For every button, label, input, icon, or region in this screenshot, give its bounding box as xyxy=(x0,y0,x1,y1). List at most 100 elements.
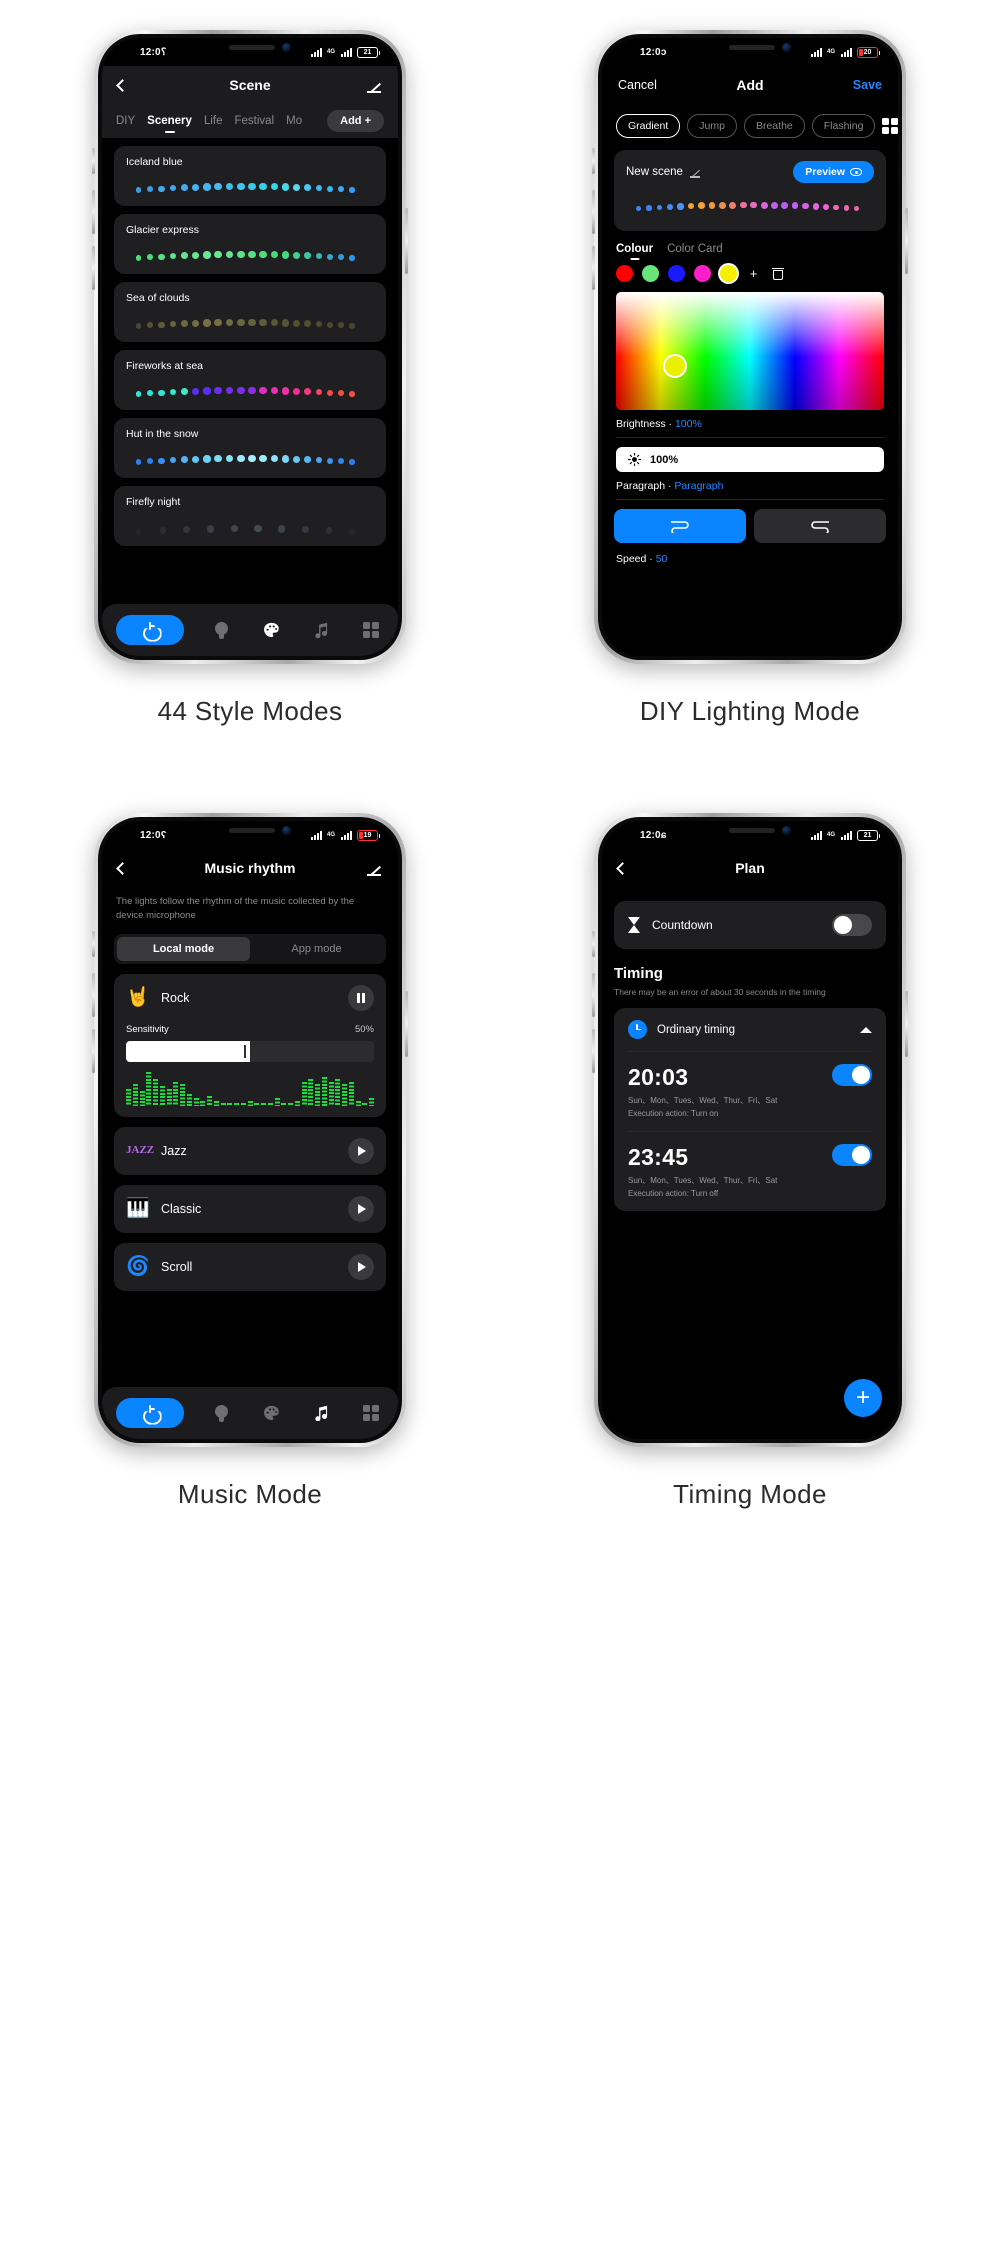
scene-card[interactable]: Sea of clouds xyxy=(114,282,386,342)
colour-swatch-row[interactable]: + xyxy=(602,255,898,282)
save-button[interactable]: Save xyxy=(853,78,882,92)
scene-card[interactable]: Iceland blue xyxy=(114,146,386,206)
scene-list[interactable]: Iceland blue Glacier express Sea of clouds… xyxy=(102,138,398,656)
volume-up-button[interactable] xyxy=(92,190,95,234)
cancel-button[interactable]: Cancel xyxy=(618,78,657,92)
power-side-button[interactable] xyxy=(405,208,408,274)
chevron-left-icon[interactable] xyxy=(116,78,129,92)
colour-swatch[interactable] xyxy=(668,265,685,282)
mute-switch[interactable] xyxy=(92,148,95,174)
tab-scenery[interactable]: Scenery xyxy=(147,115,192,127)
notch xyxy=(228,45,275,50)
tab-music[interactable] xyxy=(308,622,334,638)
play-button[interactable] xyxy=(348,1137,374,1164)
colour-swatch[interactable] xyxy=(694,265,711,282)
chevron-left-icon[interactable] xyxy=(616,861,629,875)
volume-down-button[interactable] xyxy=(592,246,595,290)
timing-group-header[interactable]: Ordinary timing xyxy=(614,1008,886,1051)
timing-toggle[interactable] xyxy=(832,1144,872,1166)
add-scene-button[interactable]: Add + xyxy=(327,110,384,132)
volume-up-button[interactable] xyxy=(92,973,95,1017)
tab-palette[interactable] xyxy=(258,1405,284,1421)
tab-festival[interactable]: Festival xyxy=(234,115,274,127)
colour-picker-area[interactable] xyxy=(616,292,884,410)
caption-4: Timing Mode xyxy=(673,1479,827,1509)
scene-card[interactable]: Hut in the snow xyxy=(114,418,386,478)
volume-up-button[interactable] xyxy=(592,973,595,1017)
pause-button[interactable] xyxy=(348,984,374,1011)
volume-up-button[interactable] xyxy=(592,190,595,234)
status-time: 12:0⸮ xyxy=(140,46,167,58)
timing-entry[interactable]: 20:03 Sun、Mon、Tues、Wed、Thur、Fri、Sat Exec… xyxy=(614,1052,886,1131)
scene-card[interactable]: Firefly night xyxy=(114,486,386,546)
add-timing-button[interactable]: + xyxy=(844,1379,882,1417)
phone-frame-1: 12:0⸮ 4G 21 Scene DIY Scenery Life Festi… xyxy=(92,30,408,664)
scene-card[interactable]: Glacier express xyxy=(114,214,386,274)
power-button[interactable] xyxy=(116,1398,184,1428)
preview-button[interactable]: Preview xyxy=(793,161,874,183)
countdown-toggle[interactable] xyxy=(832,914,872,936)
tab-diy[interactable]: DIY xyxy=(116,115,135,127)
colour-swatch[interactable] xyxy=(616,265,633,282)
mute-switch[interactable] xyxy=(592,931,595,957)
countdown-card[interactable]: Countdown xyxy=(614,901,886,949)
pencil-icon[interactable] xyxy=(367,861,382,876)
trash-icon[interactable] xyxy=(770,266,785,281)
track-card-scroll[interactable]: 🌀 Scroll xyxy=(114,1242,386,1291)
tab-bulb[interactable] xyxy=(208,621,234,639)
caret-up-icon[interactable] xyxy=(860,1026,872,1033)
colour-swatch[interactable] xyxy=(642,265,659,282)
tab-grid[interactable] xyxy=(358,1405,384,1421)
mute-switch[interactable] xyxy=(92,931,95,957)
colour-picker-handle[interactable] xyxy=(662,354,687,379)
sensitivity-value: 50% xyxy=(354,1023,374,1035)
power-side-button[interactable] xyxy=(905,208,908,274)
volume-down-button[interactable] xyxy=(92,246,95,290)
tab-bulb[interactable] xyxy=(208,1404,234,1422)
colour-swatch[interactable] xyxy=(720,265,737,282)
notch xyxy=(728,828,775,833)
scene-card[interactable]: Fireworks at sea xyxy=(114,350,386,410)
power-button[interactable] xyxy=(116,615,184,645)
tab-grid[interactable] xyxy=(358,622,384,638)
pencil-icon[interactable] xyxy=(367,78,382,93)
tab-color-card[interactable]: Color Card xyxy=(667,243,723,255)
brightness-slider[interactable]: 100% xyxy=(616,447,884,472)
timing-toggle[interactable] xyxy=(832,1064,872,1086)
battery-text: 19 xyxy=(363,831,372,839)
volume-down-button[interactable] xyxy=(92,1029,95,1073)
sensitivity-slider[interactable] xyxy=(126,1040,374,1062)
track-card-classic[interactable]: 🎹 Classic xyxy=(114,1184,386,1233)
power-side-button[interactable] xyxy=(405,991,408,1057)
mode-flashing[interactable]: Flashing xyxy=(811,114,876,138)
track-card-rock[interactable]: 🤘 Rock Sensitivity 50% xyxy=(114,973,386,1117)
power-side-button[interactable] xyxy=(905,991,908,1057)
mode-gradient[interactable]: Gradient xyxy=(616,114,681,138)
tab-palette[interactable] xyxy=(258,622,284,638)
track-name: Classic xyxy=(161,1201,202,1216)
mode-breathe[interactable]: Breathe xyxy=(743,114,805,138)
play-button[interactable] xyxy=(348,1195,374,1222)
track-card-jazz[interactable]: JAZZ Jazz xyxy=(114,1126,386,1175)
scene-name: Firefly night xyxy=(126,496,181,508)
grid-icon[interactable] xyxy=(882,118,898,134)
pause-icon xyxy=(357,992,365,1003)
pencil-icon[interactable] xyxy=(689,167,701,178)
tab-colour[interactable]: Colour xyxy=(616,243,653,255)
countdown-label: Countdown xyxy=(652,918,713,932)
mode-local[interactable]: Local mode xyxy=(117,936,250,961)
tab-music[interactable] xyxy=(308,1405,334,1421)
chevron-left-icon[interactable] xyxy=(116,861,129,875)
mode-jump[interactable]: Jump xyxy=(687,114,737,138)
timing-heading: Timing xyxy=(614,965,663,982)
direction-option-1[interactable] xyxy=(614,509,746,543)
timing-entry[interactable]: 23:45 Sun、Mon、Tues、Wed、Thur、Fri、Sat Exec… xyxy=(614,1132,886,1211)
plus-icon[interactable]: + xyxy=(746,266,761,281)
mode-app[interactable]: App mode xyxy=(250,937,383,961)
volume-down-button[interactable] xyxy=(592,1029,595,1073)
play-button[interactable] xyxy=(348,1253,374,1280)
direction-option-2[interactable] xyxy=(754,509,886,543)
mute-switch[interactable] xyxy=(592,148,595,174)
tab-mo[interactable]: Mo xyxy=(286,115,302,127)
tab-life[interactable]: Life xyxy=(204,115,223,127)
